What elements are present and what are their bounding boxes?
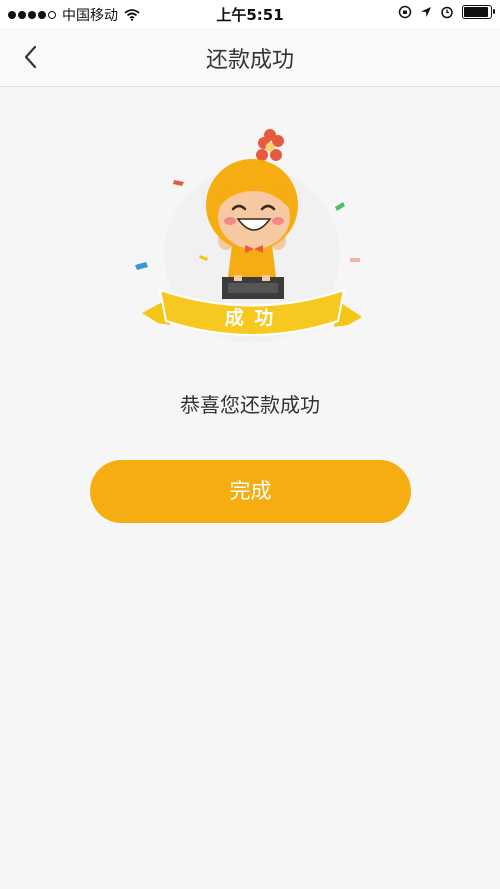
success-illustration: 成 功 <box>130 125 370 350</box>
alarm-icon <box>441 6 453 19</box>
nav-bar: 还款成功 <box>0 28 500 87</box>
success-message: 恭喜您还款成功 <box>180 393 320 417</box>
banner-label: 成 功 <box>224 307 276 329</box>
status-right <box>398 5 495 19</box>
done-button[interactable]: 完成 <box>90 460 411 523</box>
page-title: 还款成功 <box>205 48 294 73</box>
rotation-lock-icon <box>398 5 412 19</box>
status-bar: 中国移动 上午5:51 <box>0 0 500 28</box>
location-icon <box>421 7 431 17</box>
battery-icon <box>462 5 495 19</box>
